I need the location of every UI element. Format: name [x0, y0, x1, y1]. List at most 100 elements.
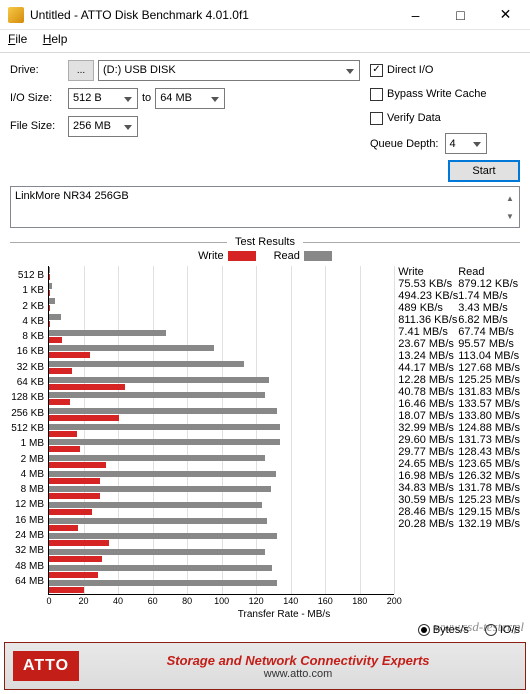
- read-bar: [49, 486, 271, 492]
- y-label: 4 KB: [10, 314, 44, 329]
- spinner-arrows[interactable]: ▲▼: [503, 189, 517, 225]
- drive-select[interactable]: (D:) USB DISK: [98, 60, 360, 81]
- footer-line1: Storage and Network Connectivity Experts: [79, 653, 517, 668]
- radio-bytes[interactable]: Bytes/s: [418, 624, 469, 636]
- y-label: 64 KB: [10, 375, 44, 390]
- read-bar: [49, 377, 269, 383]
- bar-row: [49, 438, 394, 454]
- col-write-header: Write: [398, 266, 458, 278]
- device-text: LinkMore NR34 256GB: [15, 190, 129, 202]
- minimize-button[interactable]: –: [393, 0, 438, 30]
- bar-row: [49, 391, 394, 407]
- read-cell: 123.65 MB/s: [458, 458, 520, 470]
- bar-row: [49, 532, 394, 548]
- y-label: 512 KB: [10, 421, 44, 436]
- read-cell: 131.73 MB/s: [458, 434, 520, 446]
- read-bar: [49, 565, 272, 571]
- write-cell: 16.46 MB/s: [398, 398, 458, 410]
- y-label: 32 KB: [10, 360, 44, 375]
- queue-depth-value: 4: [450, 138, 456, 150]
- checkbox-icon: [370, 112, 383, 125]
- y-label: 64 MB: [10, 574, 44, 589]
- drive-browse-button[interactable]: ...: [68, 60, 94, 81]
- results-panel: Test Results Write Read 512 B1 KB2 KB4 K…: [10, 236, 520, 620]
- arrow-up-icon[interactable]: ▲: [503, 189, 517, 207]
- results-table: Write 75.53 KB/s494.23 KB/s489 KB/s811.3…: [398, 266, 520, 595]
- read-bar: [49, 345, 214, 351]
- verify-checkbox[interactable]: Verify Data: [370, 107, 520, 129]
- read-cell: 127.68 MB/s: [458, 362, 520, 374]
- drive-label: Drive:: [10, 64, 68, 76]
- write-bar: [49, 384, 125, 390]
- write-cell: 13.24 MB/s: [398, 350, 458, 362]
- filesize-select[interactable]: 256 MB: [68, 116, 138, 137]
- read-cell: 879.12 KB/s: [458, 278, 520, 290]
- y-label: 16 MB: [10, 513, 44, 528]
- y-label: 1 MB: [10, 436, 44, 451]
- y-label: 12 MB: [10, 497, 44, 512]
- read-cell: 67.74 MB/s: [458, 326, 520, 338]
- read-cell: 126.32 MB/s: [458, 470, 520, 482]
- read-cell: 133.80 MB/s: [458, 410, 520, 422]
- write-cell: 75.53 KB/s: [398, 278, 458, 290]
- y-label: 2 KB: [10, 299, 44, 314]
- device-textbox[interactable]: LinkMore NR34 256GB ▲▼: [10, 186, 520, 228]
- read-bar: [49, 502, 262, 508]
- chart-area: 020406080100120140160180200: [48, 266, 394, 595]
- write-bar: [49, 305, 50, 311]
- read-bar: [49, 408, 277, 414]
- bar-row: [49, 564, 394, 580]
- verify-label: Verify Data: [387, 112, 441, 124]
- radio-dot-icon: [485, 624, 497, 636]
- legend-read-label: Read: [274, 250, 300, 262]
- write-cell: 811.36 KB/s: [398, 314, 458, 326]
- write-bar: [49, 525, 78, 531]
- read-bar: [49, 392, 265, 398]
- write-cell: 16.98 MB/s: [398, 470, 458, 482]
- read-cell: 113.04 MB/s: [458, 350, 520, 362]
- radio-bytes-label: Bytes/s: [433, 624, 469, 636]
- filesize-value: 256 MB: [73, 120, 111, 132]
- bar-row: [49, 313, 394, 329]
- write-cell: 20.28 MB/s: [398, 518, 458, 530]
- close-button[interactable]: ✕: [483, 0, 528, 30]
- write-bar: [49, 321, 50, 327]
- write-bar: [49, 337, 62, 343]
- read-cell: 3.43 MB/s: [458, 302, 520, 314]
- maximize-button[interactable]: □: [438, 0, 483, 30]
- write-bar: [49, 446, 80, 452]
- y-label: 32 MB: [10, 543, 44, 558]
- iosize-to-select[interactable]: 64 MB: [155, 88, 225, 109]
- write-bar: [49, 572, 98, 578]
- arrow-down-icon[interactable]: ▼: [503, 207, 517, 225]
- read-cell: 125.25 MB/s: [458, 374, 520, 386]
- direct-io-checkbox[interactable]: ✓ Direct I/O: [370, 59, 520, 81]
- window-title: Untitled - ATTO Disk Benchmark 4.01.0f1: [30, 8, 393, 22]
- write-bar: [49, 556, 102, 562]
- bar-row: [49, 376, 394, 392]
- menu-file[interactable]: File: [8, 32, 27, 46]
- read-cell: 124.88 MB/s: [458, 422, 520, 434]
- radio-ios[interactable]: IO/s: [485, 624, 520, 636]
- drive-selected-value: (D:) USB DISK: [103, 64, 176, 76]
- read-cell: 132.19 MB/s: [458, 518, 520, 530]
- write-bar: [49, 587, 84, 593]
- iosize-from-select[interactable]: 512 B: [68, 88, 138, 109]
- titlebar: Untitled - ATTO Disk Benchmark 4.01.0f1 …: [0, 0, 530, 30]
- write-cell: 23.67 MB/s: [398, 338, 458, 350]
- y-label: 48 MB: [10, 559, 44, 574]
- queue-depth-select[interactable]: 4: [445, 133, 487, 154]
- footer-banner: ATTO Storage and Network Connectivity Ex…: [4, 642, 526, 690]
- legend: Write Read: [10, 250, 520, 262]
- bar-row: [49, 282, 394, 298]
- start-button[interactable]: Start: [448, 160, 520, 182]
- bypass-checkbox[interactable]: Bypass Write Cache: [370, 83, 520, 105]
- y-label: 16 KB: [10, 344, 44, 359]
- menu-help[interactable]: Help: [43, 32, 68, 46]
- radio-dot-icon: [418, 624, 430, 636]
- write-cell: 7.41 MB/s: [398, 326, 458, 338]
- y-label: 4 MB: [10, 467, 44, 482]
- write-cell: 40.78 MB/s: [398, 386, 458, 398]
- write-bar: [49, 509, 92, 515]
- queue-depth-label: Queue Depth:: [370, 138, 439, 150]
